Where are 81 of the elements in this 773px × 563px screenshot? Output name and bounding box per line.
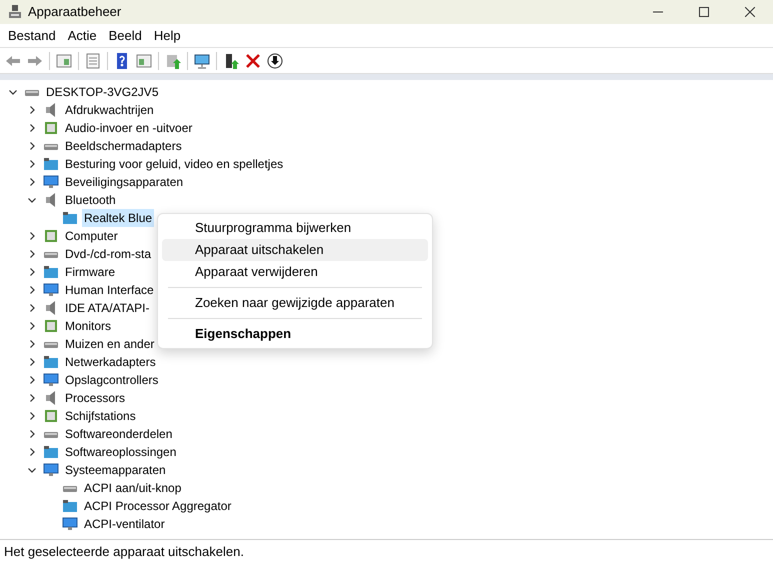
- tree-item[interactable]: DESKTOP-3VG2JV5: [44, 83, 160, 101]
- delete-icon: [244, 52, 262, 70]
- monitor-icon: [193, 52, 211, 70]
- chevron-down-icon[interactable]: [27, 465, 37, 475]
- chevron-right-icon[interactable]: [27, 231, 37, 241]
- folder-icon: [43, 354, 59, 370]
- panel-icon: [55, 52, 73, 70]
- tree-item[interactable]: Opslagcontrollers: [63, 371, 160, 389]
- chevron-right-icon[interactable]: [27, 159, 37, 169]
- context-menu-item[interactable]: Apparaat uitschakelen: [162, 239, 428, 261]
- tree-item[interactable]: Bluetooth: [63, 191, 118, 209]
- tree-item[interactable]: Softwareoplossingen: [63, 443, 178, 461]
- chevron-down-icon[interactable]: [27, 195, 37, 205]
- tree-item[interactable]: Softwareonderdelen: [63, 425, 174, 443]
- close-icon: [745, 7, 755, 17]
- tree-item[interactable]: Audio-invoer en -uitvoer: [63, 119, 194, 137]
- panel-icon: [135, 52, 153, 70]
- tree-item[interactable]: Dvd-/cd-rom-sta: [63, 245, 154, 263]
- monitor-icon: [43, 174, 59, 190]
- chip-icon: [43, 318, 59, 334]
- chevron-right-icon[interactable]: [27, 285, 37, 295]
- chevron-right-icon[interactable]: [27, 105, 37, 115]
- chevron-right-icon[interactable]: [27, 411, 37, 421]
- chevron-right-icon[interactable]: [27, 447, 37, 457]
- context-menu-item[interactable]: Eigenschappen: [162, 323, 428, 345]
- menu-item[interactable]: Beeld: [102, 24, 148, 46]
- tree-item[interactable]: Beeldschermadapters: [63, 137, 184, 155]
- menu-item[interactable]: Help: [148, 24, 187, 46]
- folder-icon: [43, 156, 59, 172]
- document-icon: [84, 52, 102, 70]
- chevron-right-icon[interactable]: [27, 249, 37, 259]
- chevron-right-icon[interactable]: [27, 303, 37, 313]
- chevron-right-icon[interactable]: [27, 123, 37, 133]
- chip-icon: [43, 228, 59, 244]
- folder-icon: [62, 210, 78, 226]
- chevron-right-icon[interactable]: [27, 375, 37, 385]
- status-text: Het geselecteerde apparaat uitschakelen.: [4, 542, 244, 561]
- chevron-right-icon[interactable]: [27, 177, 37, 187]
- monitor-icon: [43, 282, 59, 298]
- tree-item[interactable]: ACPI aan/uit-knop: [82, 479, 184, 497]
- download-icon: [266, 52, 284, 70]
- chevron-right-icon[interactable]: [27, 429, 37, 439]
- chip-icon: [43, 408, 59, 424]
- tree-item[interactable]: Firmware: [63, 263, 117, 281]
- menu-item[interactable]: Bestand: [2, 24, 62, 46]
- tree-item[interactable]: Computer: [63, 227, 120, 245]
- tree-item[interactable]: Besturing voor geluid, video en spelletjes: [63, 155, 286, 173]
- tree-item[interactable]: Muizen en ander: [63, 335, 156, 353]
- monitor-icon: [62, 516, 78, 532]
- tree-item[interactable]: Schijfstations: [63, 407, 138, 425]
- tree-item[interactable]: IDE ATA/ATAPI-: [63, 299, 152, 317]
- tree-item[interactable]: ACPI Processor Aggregator: [82, 497, 234, 515]
- window-title: Apparaatbeheer: [28, 3, 122, 22]
- chevron-right-icon[interactable]: [27, 339, 37, 349]
- context-menu-item[interactable]: Stuurprogramma bijwerken: [162, 217, 428, 239]
- maximize-icon: [699, 7, 709, 17]
- monitor-icon: [43, 462, 59, 478]
- context-menu-item[interactable]: Zoeken naar gewijzigde apparaten: [162, 292, 428, 314]
- tree-item[interactable]: Afdrukwachtrijen: [63, 101, 156, 119]
- context-menu-item[interactable]: Apparaat verwijderen: [162, 261, 428, 283]
- chevron-right-icon[interactable]: [27, 357, 37, 367]
- monitor-icon: [43, 372, 59, 388]
- computer-icon: [8, 5, 22, 19]
- tree-item[interactable]: Beveiligingsapparaten: [63, 173, 186, 191]
- folder-icon: [62, 498, 78, 514]
- chevron-right-icon[interactable]: [27, 321, 37, 331]
- chevron-right-icon[interactable]: [27, 267, 37, 277]
- tree-item[interactable]: Monitors: [63, 317, 114, 335]
- chevron-right-icon[interactable]: [27, 141, 37, 151]
- tree-item[interactable]: Processors: [63, 389, 128, 407]
- chevron-right-icon[interactable]: [27, 393, 37, 403]
- chevron-down-icon[interactable]: [8, 87, 18, 97]
- tree-item[interactable]: Human Interface: [63, 281, 156, 299]
- folder-icon: [43, 264, 59, 280]
- tree-item[interactable]: Systeemapparaten: [63, 461, 168, 479]
- tree-item[interactable]: Realtek Blue: [82, 209, 154, 227]
- tree-item[interactable]: ACPI-ventilator: [82, 515, 167, 533]
- menu-item[interactable]: Actie: [62, 24, 103, 46]
- chip-icon: [43, 120, 59, 136]
- tree-item[interactable]: Netwerkadapters: [63, 353, 158, 371]
- folder-icon: [43, 444, 59, 460]
